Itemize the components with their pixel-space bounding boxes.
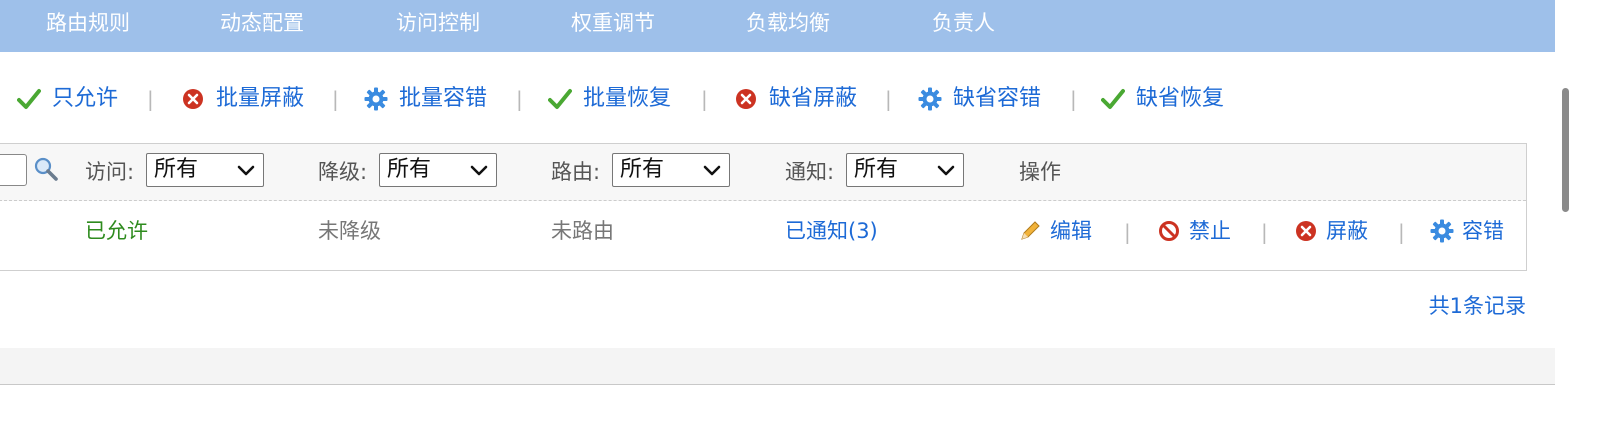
fault-tolerance-button[interactable]: 容错: [1430, 217, 1504, 245]
gear-icon: [917, 86, 943, 112]
check-icon: [16, 86, 42, 112]
search-input[interactable]: [0, 154, 27, 186]
action-label: 缺省屏蔽: [769, 86, 858, 111]
notify-status-link[interactable]: 已通知(3): [785, 217, 878, 245]
access-status: 已允许: [85, 219, 148, 243]
batch-restore-button[interactable]: 批量恢复: [547, 84, 671, 114]
x-circle-icon: [733, 86, 759, 112]
pencil-icon: [1018, 219, 1042, 243]
action-label: 只允许: [52, 86, 119, 111]
op-separator: |: [1124, 220, 1131, 244]
tab-load-balance[interactable]: 负载均衡: [746, 9, 830, 37]
action-label: 缺省恢复: [1136, 86, 1225, 111]
route-filter-label: 路由:: [551, 160, 601, 184]
top-tab-bar: 路由规则 动态配置 访问控制 权重调节 负载均衡 负责人: [0, 0, 1555, 52]
batch-block-button[interactable]: 批量屏蔽: [180, 84, 304, 114]
edit-button[interactable]: 编辑: [1018, 217, 1092, 245]
notify-filter-select[interactable]: 所有: [846, 153, 964, 187]
default-fault-tolerance-button[interactable]: 缺省容错: [917, 84, 1041, 114]
rules-grid: 访问: 所有 降级: 所有 路由: 所有 通知: 所有 操作 已允许 未降级 未…: [0, 143, 1527, 271]
action-label: 缺省容错: [953, 86, 1042, 111]
chevron-down-icon: [470, 165, 488, 176]
degrade-status: 未降级: [318, 219, 381, 243]
x-circle-icon: [1294, 219, 1318, 243]
default-restore-button[interactable]: 缺省恢复: [1100, 84, 1224, 114]
access-filter-label: 访问:: [85, 160, 135, 184]
action-label: 批量容错: [399, 86, 488, 111]
gear-icon: [363, 86, 389, 112]
toolbar-separator: |: [701, 87, 708, 111]
tab-weight-adjust[interactable]: 权重调节: [571, 9, 655, 37]
search-icon[interactable]: [33, 156, 59, 186]
chevron-down-icon: [237, 165, 255, 176]
footer-bar: [0, 348, 1555, 385]
check-icon: [547, 86, 573, 112]
toolbar-separator: |: [332, 87, 339, 111]
access-filter-select[interactable]: 所有: [146, 153, 264, 187]
vertical-scrollbar[interactable]: [1555, 0, 1612, 440]
toolbar-separator: |: [885, 87, 892, 111]
tab-access-control[interactable]: 访问控制: [396, 9, 480, 37]
op-separator: |: [1398, 220, 1405, 244]
toolbar-separator: |: [516, 87, 523, 111]
action-label: 批量恢复: [583, 86, 672, 111]
total-records: 共1条记录: [1428, 294, 1526, 318]
gear-icon: [1430, 219, 1454, 243]
op-separator: |: [1261, 220, 1268, 244]
degrade-filter-select[interactable]: 所有: [379, 153, 497, 187]
default-block-button[interactable]: 缺省屏蔽: [733, 84, 857, 114]
route-status: 未路由: [551, 219, 614, 243]
tab-dynamic-config[interactable]: 动态配置: [220, 9, 304, 37]
check-icon: [1100, 86, 1126, 112]
x-circle-icon: [180, 86, 206, 112]
batch-fault-tolerance-button[interactable]: 批量容错: [363, 84, 487, 114]
route-filter-select[interactable]: 所有: [612, 153, 730, 187]
chevron-down-icon: [937, 165, 955, 176]
tab-route-rules[interactable]: 路由规则: [46, 9, 130, 37]
toolbar-separator: |: [147, 87, 154, 111]
scrollbar-thumb[interactable]: [1562, 88, 1569, 212]
toolbar-separator: |: [1070, 87, 1077, 111]
forbid-button[interactable]: 禁止: [1157, 217, 1231, 245]
chevron-down-icon: [703, 165, 721, 176]
block-button[interactable]: 屏蔽: [1294, 217, 1368, 245]
forbidden-icon: [1157, 219, 1181, 243]
operations-header: 操作: [1019, 160, 1061, 184]
only-allow-button[interactable]: 只允许: [16, 84, 118, 114]
action-label: 批量屏蔽: [216, 86, 305, 111]
degrade-filter-label: 降级:: [318, 160, 368, 184]
tab-owner[interactable]: 负责人: [932, 9, 995, 37]
grid-header: 访问: 所有 降级: 所有 路由: 所有 通知: 所有 操作: [0, 144, 1526, 201]
notify-filter-label: 通知:: [785, 160, 835, 184]
